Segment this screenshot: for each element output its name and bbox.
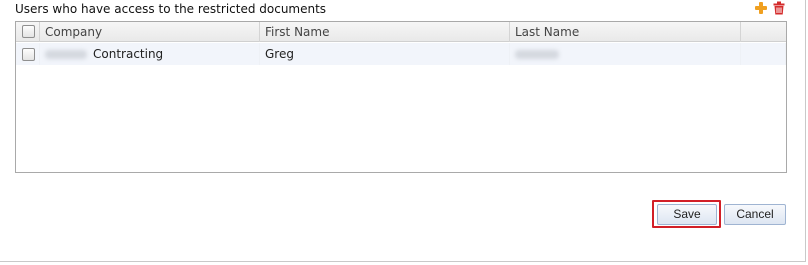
plus-icon[interactable] xyxy=(754,1,768,15)
column-header-first-name[interactable]: First Name xyxy=(260,22,510,42)
redacted-company-prefix xyxy=(45,50,87,59)
row-filler xyxy=(741,43,786,65)
column-header-filler xyxy=(741,22,786,42)
select-all-cell xyxy=(16,22,40,42)
first-name-cell: Greg xyxy=(260,43,510,65)
cancel-button[interactable]: Cancel xyxy=(724,204,786,225)
row-checkbox[interactable] xyxy=(22,48,35,61)
trash-icon[interactable] xyxy=(772,1,786,15)
select-all-checkbox[interactable] xyxy=(22,25,35,38)
company-name: Contracting xyxy=(93,47,164,61)
grid-header: Company First Name Last Name xyxy=(16,22,786,42)
column-header-last-name[interactable]: Last Name xyxy=(510,22,741,42)
grid-toolbar xyxy=(754,1,786,15)
last-name-cell xyxy=(510,43,741,65)
section-title: Users who have access to the restricted … xyxy=(15,2,327,16)
column-header-company[interactable]: Company xyxy=(40,22,260,42)
table-row[interactable]: Contracting Greg xyxy=(16,43,786,65)
company-cell: Contracting xyxy=(40,43,260,65)
row-check-cell xyxy=(16,43,40,65)
users-grid: Company First Name Last Name Contracting… xyxy=(15,21,787,173)
save-button[interactable]: Save xyxy=(657,204,717,225)
redacted-last-name xyxy=(515,50,559,59)
